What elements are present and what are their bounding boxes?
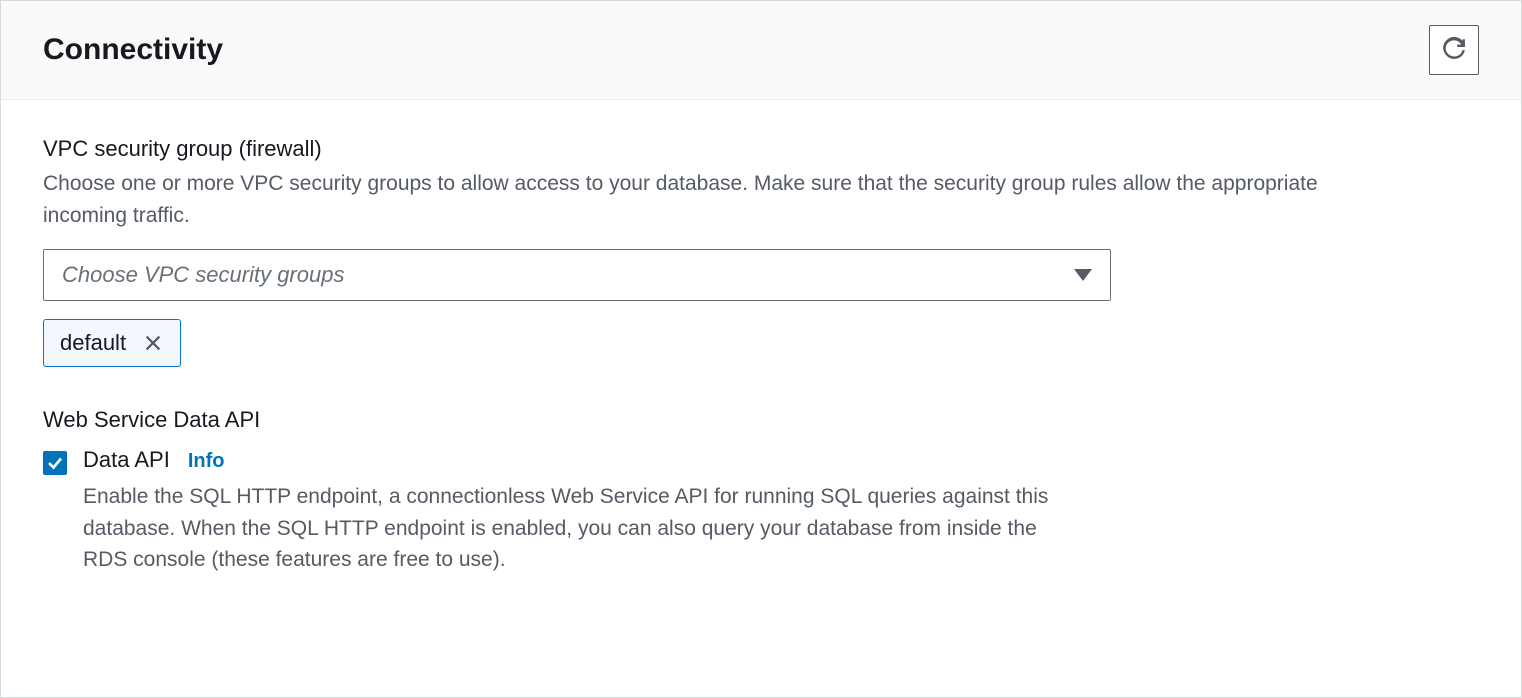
vpc-security-group-section: VPC security group (firewall) Choose one… bbox=[43, 136, 1479, 367]
checkbox-content: Data API Info Enable the SQL HTTP endpoi… bbox=[83, 447, 1073, 576]
data-api-checkbox[interactable] bbox=[43, 451, 67, 475]
data-api-description: Enable the SQL HTTP endpoint, a connecti… bbox=[83, 481, 1073, 576]
panel-body: VPC security group (firewall) Choose one… bbox=[1, 100, 1521, 612]
refresh-icon bbox=[1441, 36, 1467, 65]
refresh-button[interactable] bbox=[1429, 25, 1479, 75]
select-placeholder: Choose VPC security groups bbox=[62, 262, 344, 288]
data-api-label: Data API bbox=[83, 447, 170, 473]
selected-group-token: default bbox=[43, 319, 181, 367]
close-icon bbox=[142, 332, 164, 354]
vpc-description: Choose one or more VPC security groups t… bbox=[43, 168, 1403, 231]
info-link[interactable]: Info bbox=[188, 450, 225, 473]
checkbox-title-row: Data API Info bbox=[83, 447, 1073, 473]
check-icon bbox=[46, 454, 64, 472]
remove-token-button[interactable] bbox=[142, 332, 164, 354]
token-label: default bbox=[60, 330, 126, 356]
caret-down-icon bbox=[1074, 269, 1092, 281]
panel-title: Connectivity bbox=[43, 33, 223, 67]
data-api-section-label: Web Service Data API bbox=[43, 407, 1479, 433]
panel-header: Connectivity bbox=[1, 1, 1521, 100]
data-api-checkbox-row: Data API Info Enable the SQL HTTP endpoi… bbox=[43, 447, 1479, 576]
vpc-security-group-select[interactable]: Choose VPC security groups bbox=[43, 249, 1111, 301]
connectivity-panel: Connectivity VPC security group (firewal… bbox=[0, 0, 1522, 698]
data-api-section: Web Service Data API Data API Info Enabl… bbox=[43, 407, 1479, 576]
vpc-label: VPC security group (firewall) bbox=[43, 136, 1479, 162]
